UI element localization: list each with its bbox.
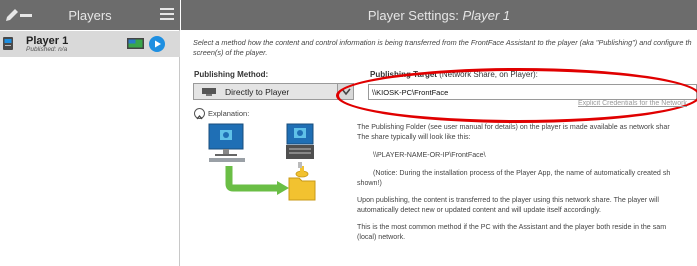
hamburger-menu-icon[interactable]: [160, 8, 174, 21]
play-icon[interactable]: [149, 36, 165, 52]
explanation-line: This is the most common method if the PC…: [357, 223, 667, 231]
publishing-method-value: Directly to Player: [225, 87, 290, 97]
settings-description-line1: Select a method how the content and cont…: [193, 38, 692, 47]
player-settings-panel: Player Settings: Player 1 Select a metho…: [181, 0, 697, 266]
players-title: Players: [68, 8, 112, 23]
settings-description-line2: screen(s) of the player.: [193, 48, 268, 57]
monitor-icon: [202, 88, 216, 96]
explanation-line: automatically detect new or updated cont…: [357, 205, 601, 214]
folder-icon: [288, 166, 316, 201]
explanation-line: shown!): [357, 178, 382, 187]
explanation-share-path: \\PLAYER-NAME-OR-IP\FrontFace\: [373, 151, 486, 159]
assistant-monitor-icon: [208, 123, 245, 162]
publishing-method-label: Publishing Method:: [194, 70, 269, 79]
monitor-icon[interactable]: [127, 38, 144, 50]
explicit-credentials-link-text: Explicit Credentials for the Network: [578, 100, 687, 107]
chevron-up-icon[interactable]: [194, 108, 205, 120]
players-header: Players: [0, 0, 180, 30]
explanation-line: The share typically will look like this:: [357, 132, 471, 141]
explicit-credentials-link[interactable]: Explicit Credentials for the Network: [578, 100, 687, 107]
arrow-icon: [225, 166, 279, 192]
settings-title-player: Player 1: [462, 8, 511, 23]
pc-icon: [3, 37, 13, 50]
explanation-line: Upon publishing, the content is transfer…: [357, 196, 659, 204]
explanation-line: (Notice: During the installation process…: [373, 169, 671, 177]
explanation-line: (local) network.: [357, 232, 406, 241]
players-panel: Players Player 1 Published: n/a: [0, 0, 180, 266]
player-settings-header: Player Settings: Player 1: [181, 0, 697, 30]
settings-description: Select a method how the content and cont…: [193, 38, 697, 58]
publishing-method-select[interactable]: Directly to Player: [193, 83, 354, 100]
publishing-illustration: [208, 123, 316, 201]
settings-title-prefix: Player Settings:: [367, 8, 463, 23]
red-annotation-ellipse: [336, 68, 697, 123]
player-monitor-icon: [286, 123, 314, 159]
explanation-label: Explanation:: [208, 109, 250, 118]
player-publish-status: Published: n/a: [26, 46, 68, 53]
explanation-line: The Publishing Folder (see user manual f…: [357, 123, 670, 131]
player-list-item[interactable]: Player 1 Published: n/a: [0, 31, 180, 57]
